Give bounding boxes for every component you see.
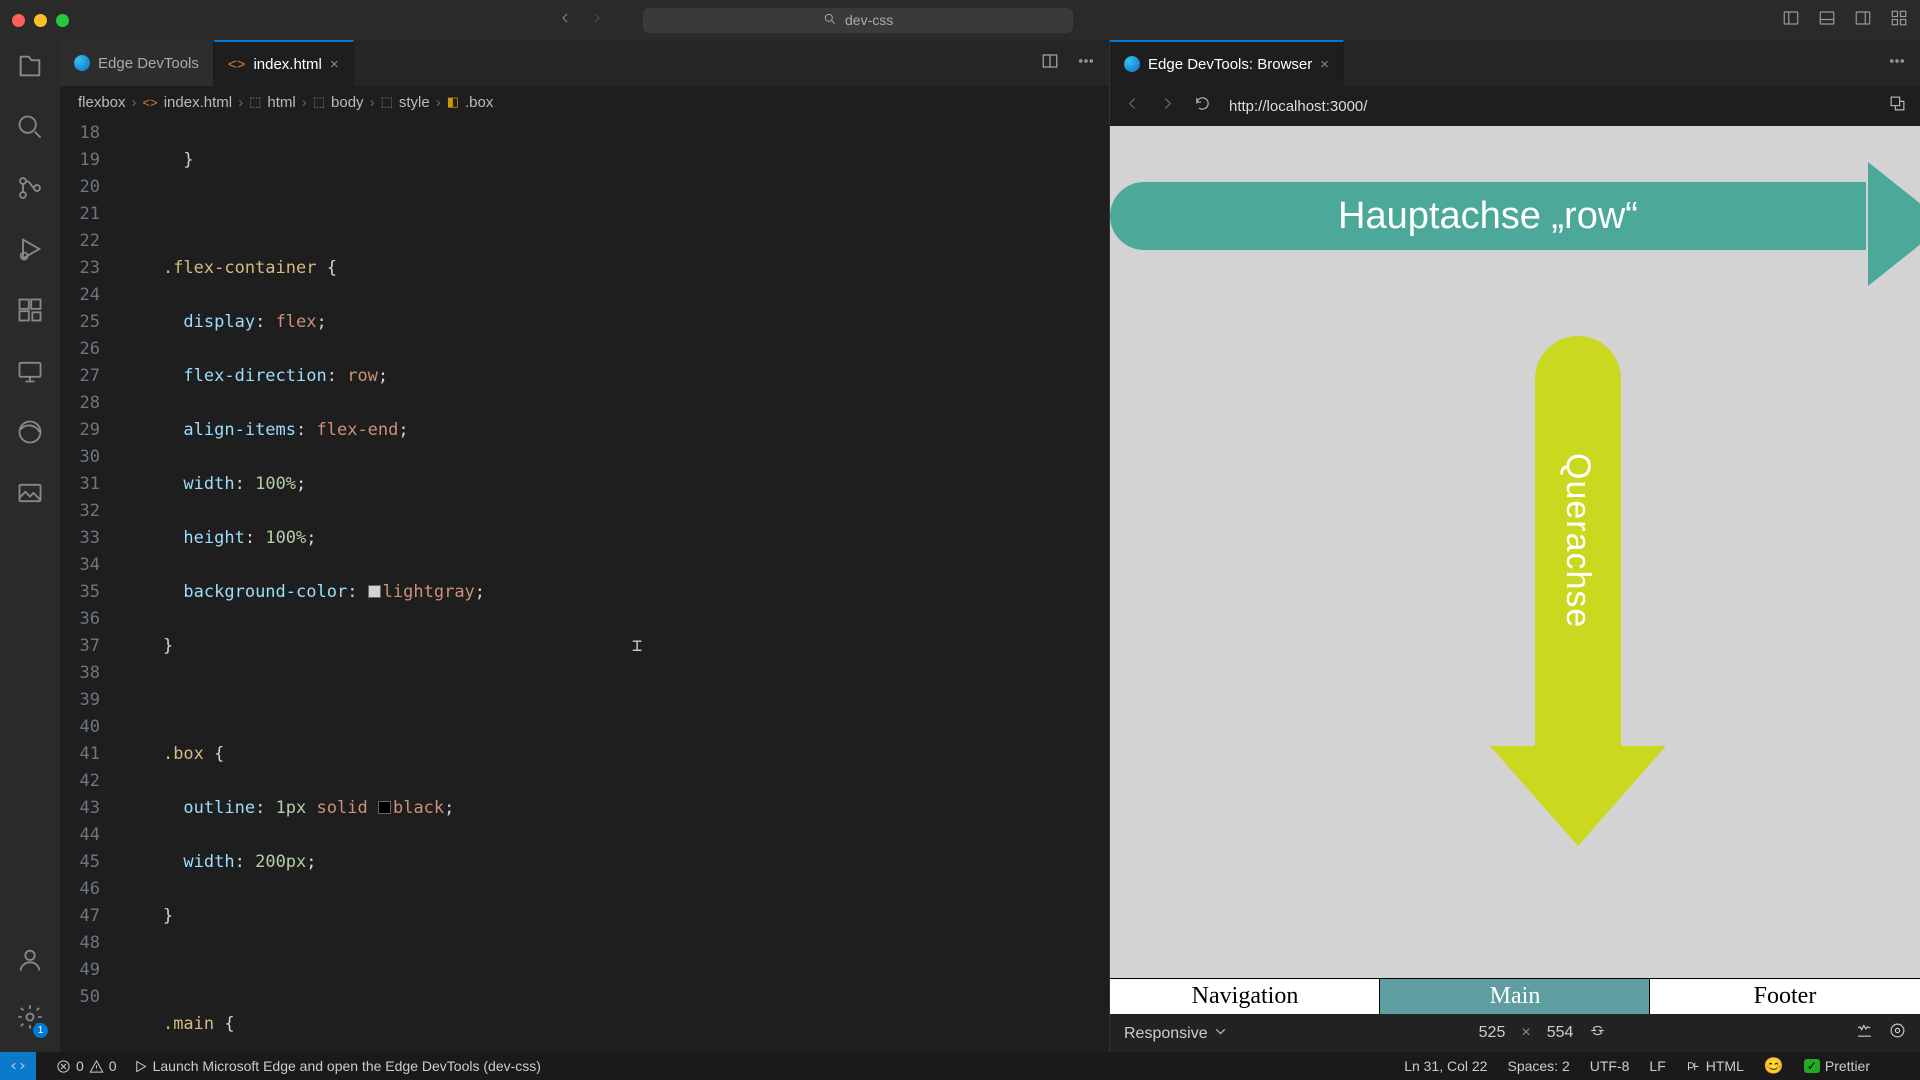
breadcrumb[interactable]: flexbox› <>index.html› ⬚html› ⬚body› ⬚st… [60,86,1109,118]
symbol-icon: ⬚ [313,94,325,110]
remote-indicator[interactable] [0,1052,36,1080]
color-swatch[interactable] [368,585,381,598]
browser-toolbar: http://localhost:3000/ [1110,86,1920,126]
flex-demo: Navigation Main Footer [1110,979,1920,1014]
layout-grid-icon[interactable] [1890,9,1908,32]
search-icon[interactable] [16,113,44,146]
browser-preview[interactable]: Hauptachse „row“ Querachse Navigation Ma… [1110,126,1920,1014]
split-editor-icon[interactable] [1041,52,1059,75]
back-icon[interactable] [557,10,573,31]
more-actions-icon[interactable] [1077,52,1095,75]
image-preview-icon[interactable] [16,479,44,512]
cross-axis-label: Querachse [1558,453,1597,628]
emulation-settings-icon[interactable] [1889,1022,1906,1044]
problems-status[interactable]: 0 0 [56,1058,117,1074]
edge-icon [1124,56,1140,72]
breadcrumb-item[interactable]: .box [465,94,493,111]
browser-forward-icon[interactable] [1159,95,1176,117]
url-input[interactable]: http://localhost:3000/ [1229,98,1367,115]
layout-sidebar-left-icon[interactable] [1782,9,1800,32]
tab-edge-devtools[interactable]: Edge DevTools [60,40,214,86]
prettier-status[interactable]: ✓Prettier [1804,1058,1870,1074]
settings-gear-icon[interactable] [16,1003,44,1036]
demo-main-box: Main [1380,979,1650,1014]
command-center[interactable]: dev-css [643,8,1073,33]
close-window[interactable] [12,14,25,27]
encoding-status[interactable]: UTF-8 [1590,1058,1630,1074]
rotate-icon[interactable] [1589,1022,1606,1044]
minimize-window[interactable] [34,14,47,27]
tab-index-html[interactable]: <> index.html × [214,40,354,86]
cross-axis-arrow: Querachse [1490,336,1665,846]
breadcrumb-item[interactable]: style [399,94,430,111]
dimension-x-icon: × [1521,1024,1530,1042]
editor-tabs: Edge DevTools <> index.html × [60,40,1109,86]
editor-group-left: Edge DevTools <> index.html × flexbox› <… [60,40,1110,1052]
line-gutter: 1819202122232425262728293031323334353637… [60,118,122,1052]
breadcrumb-item[interactable]: flexbox [78,94,126,111]
edge-tools-icon[interactable] [16,418,44,451]
close-icon[interactable]: × [1320,56,1329,73]
demo-footer-box: Footer [1650,979,1920,1014]
tab-label: Edge DevTools [98,55,199,72]
device-mode-select[interactable]: Responsive [1124,1023,1229,1043]
code-editor[interactable]: 1819202122232425262728293031323334353637… [60,118,1109,1052]
main-axis-arrow: Hauptachse „row“ [1110,182,1920,272]
maximize-window[interactable] [56,14,69,27]
window-controls [12,14,69,27]
breadcrumb-item[interactable]: index.html [164,94,232,111]
forward-icon[interactable] [589,10,605,31]
account-icon[interactable] [16,946,44,979]
more-actions-icon[interactable] [1888,52,1906,75]
emoji-status-icon[interactable]: 😊 [1764,1056,1784,1076]
html-file-icon: <> [143,95,158,110]
cursor-position[interactable]: Ln 31, Col 22 [1404,1058,1487,1074]
extensions-icon[interactable] [16,296,44,329]
tab-label: index.html [253,56,321,73]
layout-sidebar-right-icon[interactable] [1854,9,1872,32]
explorer-icon[interactable] [16,52,44,85]
open-devtools-icon[interactable] [1889,95,1906,117]
search-icon [823,12,837,29]
breadcrumb-item[interactable]: html [267,94,295,111]
browser-tabs: Edge DevTools: Browser × [1110,40,1920,86]
viewport-height[interactable]: 554 [1547,1024,1574,1042]
source-control-icon[interactable] [16,174,44,207]
code-lines[interactable]: } .flex-container { display: flex; flex-… [122,118,1109,1052]
tab-edge-browser[interactable]: Edge DevTools: Browser × [1110,40,1344,86]
eol-status[interactable]: LF [1649,1058,1665,1074]
demo-nav-box: Navigation [1110,979,1380,1014]
browser-back-icon[interactable] [1124,95,1141,117]
viewport-width[interactable]: 525 [1479,1024,1506,1042]
search-text: dev-css [845,12,893,28]
html-file-icon: <> [228,56,246,73]
status-bar: 0 0 Launch Microsoft Edge and open the E… [0,1052,1920,1080]
indent-status[interactable]: Spaces: 2 [1507,1058,1569,1074]
editor-group-right: Edge DevTools: Browser × http://localhos… [1110,40,1920,1052]
launch-task-status[interactable]: Launch Microsoft Edge and open the Edge … [133,1058,541,1074]
history-nav [557,10,605,31]
symbol-icon: ⬚ [381,94,393,110]
cursor-icon: ⌶ [632,633,642,660]
layout-panel-icon[interactable] [1818,9,1836,32]
run-debug-icon[interactable] [16,235,44,268]
browser-reload-icon[interactable] [1194,95,1211,117]
screenshot-icon[interactable] [1856,1022,1873,1044]
tab-label: Edge DevTools: Browser [1148,56,1312,73]
remote-explorer-icon[interactable] [16,357,44,390]
titlebar: dev-css [0,0,1920,40]
edge-icon [74,55,90,71]
device-emulation-bar: Responsive 525 × 554 [1110,1014,1920,1052]
symbol-icon: ◧ [447,94,459,110]
breadcrumb-item[interactable]: body [331,94,364,111]
language-status[interactable]: HTML [1686,1058,1744,1074]
main-axis-label: Hauptachse „row“ [1338,195,1638,238]
color-swatch[interactable] [378,801,391,814]
symbol-icon: ⬚ [249,94,261,110]
activity-bar [0,40,60,1052]
close-icon[interactable]: × [330,56,339,73]
